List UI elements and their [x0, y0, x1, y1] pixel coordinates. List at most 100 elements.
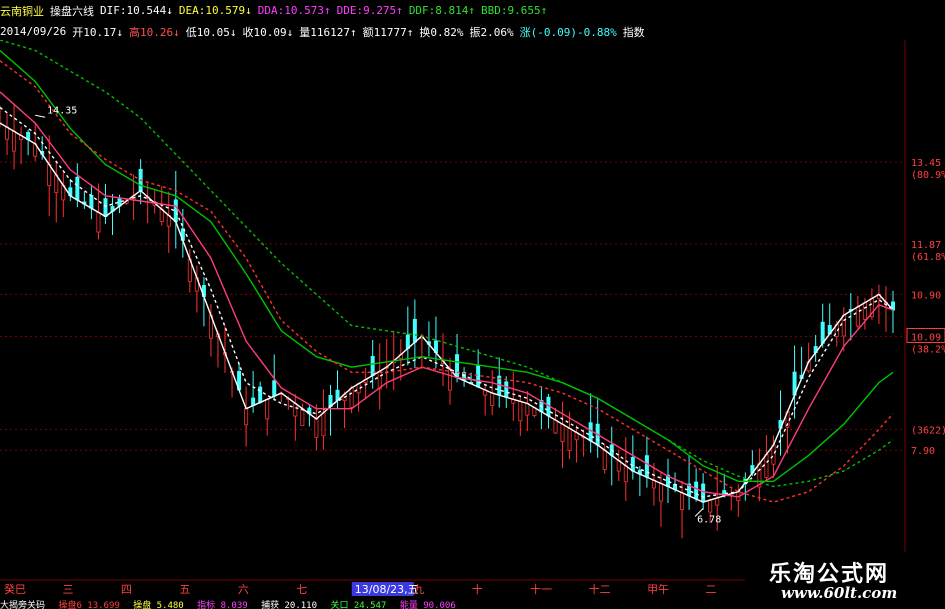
candle-body-43: [300, 408, 305, 427]
candle-body-79: [553, 419, 558, 434]
x-tick-label-6: 13/08/23,五: [355, 583, 419, 596]
candle-body-25: [173, 199, 178, 223]
candle-body-50: [349, 387, 354, 408]
candlestick-series: [0, 104, 896, 539]
x-tick-label-8: 十: [472, 582, 483, 596]
quote-date: 2014/09/26: [0, 25, 67, 38]
dde-value: DDE:9.275↑: [336, 4, 403, 17]
y-axis-labels: 13.45(80.9%) 11.87(61.8%) 10.90 10.09(38.2%…: [906, 158, 945, 457]
series-line-dea: [0, 106, 894, 498]
dda-value: DDA:10.573↑: [257, 4, 331, 17]
series-line-bbd: [0, 40, 894, 488]
quote-header: 2014/09/26 开10.17↓ 高10.26↓ 低10.05↓ 收10.0…: [0, 21, 645, 42]
candle-body-13: [89, 195, 94, 209]
candle-body-120: [841, 314, 846, 337]
candle-body-38: [265, 398, 270, 420]
candle-body-89: [623, 465, 628, 483]
candle-body-46: [321, 412, 326, 437]
bottom-label-1: 大揭旁关码: [0, 601, 46, 609]
y-tick-label-5: 7.90: [911, 446, 935, 457]
watermark: 乐淘公式网 www.60lt.com: [745, 552, 945, 609]
x-tick-label-7: 九: [413, 583, 424, 596]
candle-body-94: [658, 483, 663, 502]
dea-value: DEA:10.579↓: [178, 4, 252, 17]
x-tick-label-2: 四: [121, 583, 132, 596]
x-tick-label-12: 二: [706, 583, 717, 596]
quote-low: 低10.05↓: [185, 25, 237, 39]
candle-body-97: [680, 492, 685, 510]
x-tick-label-11: 甲午: [647, 583, 669, 596]
moving-average-lines: [0, 40, 894, 503]
ddf-value: DDF:8.814↑: [408, 4, 476, 17]
bottom-label-5: 捕获 20.110: [261, 601, 318, 609]
candle-body-122: [855, 306, 860, 327]
bottom-label-7: 能量 90.006: [399, 601, 456, 609]
dif-value: DIF:10.544↓: [100, 4, 173, 17]
annotation-label-0: 14.35: [47, 105, 77, 116]
candle-body-123: [862, 302, 867, 320]
x-tick-label-10: 十二: [589, 582, 611, 596]
candle-body-59: [412, 318, 417, 343]
bottom-label-3: 操盘 5.480: [133, 601, 184, 609]
x-tick-label-1: 三: [62, 583, 73, 596]
bottom-label-4: 指标 8.039: [197, 601, 248, 609]
y-tick-label-3: 10.09: [911, 332, 941, 343]
candle-body-65: [455, 354, 460, 378]
y-tick-pct-3: (38.2%): [911, 344, 945, 355]
x-tick-label-4: 六: [238, 583, 249, 596]
price-chart[interactable]: 13.45(80.9%) 11.87(61.8%) 10.90 10.09(38.2%…: [0, 40, 945, 598]
bottom-indicator-strip: 大揭旁关码 操盘6 13.699 操盘 5.480 指标 8.039 捕获 20…: [0, 598, 745, 609]
y-tick-label-4: (3622): [911, 425, 945, 436]
candle-body-14: [96, 211, 101, 233]
x-tick-label-5: 七: [296, 583, 307, 596]
candle-body-1: [5, 126, 10, 140]
candle-body-80: [560, 423, 565, 443]
x-axis-labels: 癸巳三四五六七13/08/23,五九十十一十二甲午二三: [4, 582, 775, 596]
candle-body-110: [771, 444, 776, 465]
candle-body-37: [258, 386, 263, 403]
indicator-header: 云南铜业 操盘六线 DIF:10.544↓ DEA:10.579↓ DDA:10…: [0, 0, 547, 21]
bbd-value: BBD:9.655↑: [481, 4, 548, 17]
series-line-ddf: [0, 60, 894, 503]
candle-body-101: [708, 499, 713, 513]
quote-turnover: 换0.82%: [419, 25, 464, 39]
candle-body-58: [405, 334, 410, 349]
chart-grid: [0, 40, 906, 581]
quote-open: 开10.17↓: [72, 25, 123, 39]
quote-high: 高10.26↓: [128, 25, 180, 39]
candle-body-15: [103, 198, 108, 217]
annotation-pointer-0: [35, 114, 46, 118]
x-tick-label-9: 十一: [530, 582, 552, 596]
candle-body-99: [694, 481, 699, 500]
x-tick-label-3: 五: [179, 583, 190, 596]
quote-amount: 额11777↑: [362, 25, 414, 39]
chart-screen: 云南铜业 操盘六线 DIF:10.544↓ DEA:10.579↓ DDA:10…: [0, 0, 945, 609]
quote-close: 收10.09↓: [242, 25, 294, 39]
series-line-dde: [0, 49, 894, 482]
candle-body-86: [602, 449, 607, 470]
y-tick-label-0: 13.45: [911, 158, 941, 169]
candle-body-92: [644, 455, 649, 478]
quote-index-link[interactable]: 指数: [623, 24, 645, 40]
candle-body-64: [448, 368, 453, 391]
indicator-name[interactable]: 操盘六线: [50, 3, 94, 19]
candle-body-35: [244, 408, 249, 426]
candle-body-100: [701, 483, 706, 503]
candle-body-70: [490, 392, 495, 406]
candle-body-72: [504, 381, 509, 398]
candle-body-117: [820, 321, 825, 344]
watermark-url: www.60lt.com: [781, 584, 898, 602]
bottom-label-2: 操盘6 13.699: [58, 601, 120, 609]
candle-body-11: [75, 176, 80, 201]
annotation-label-1: 6.78: [697, 514, 721, 525]
candle-body-39: [272, 380, 277, 397]
x-tick-label-0: 癸巳: [4, 582, 26, 596]
y-tick-label-2: 10.90: [911, 290, 941, 301]
y-tick-pct-0: (80.9%): [911, 170, 945, 181]
candle-body-74: [518, 400, 523, 422]
quote-change: 涨(-0.09)-0.88%: [519, 25, 617, 39]
candle-body-45: [314, 418, 319, 438]
y-tick-pct-1: (61.8%): [911, 252, 945, 263]
stock-name: 云南铜业: [0, 4, 44, 18]
candle-body-7: [47, 164, 52, 187]
